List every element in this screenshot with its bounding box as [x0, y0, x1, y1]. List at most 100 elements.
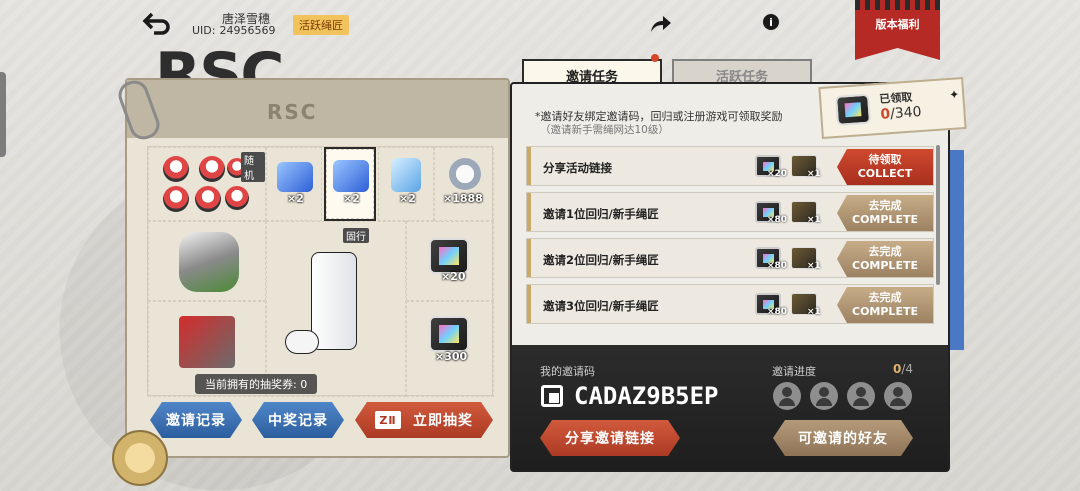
claimed-counter-card: 已领取 0/340 ✦ [818, 77, 967, 139]
prize-cell-film-300[interactable]: ×300 [406, 301, 494, 397]
side-drawer-handle[interactable] [0, 72, 6, 157]
prize-cell-gem-pack[interactable]: ×2 [266, 147, 322, 221]
friend-slot-avatar-icon [884, 382, 912, 410]
prize-record-label: 中奖记录 [268, 413, 328, 429]
complete-button[interactable]: 去完成 COMPLETE [837, 287, 933, 323]
complete-button-cn: 去完成 [868, 199, 902, 212]
back-arrow-icon[interactable] [142, 10, 172, 38]
bunny-doll-icon [199, 156, 225, 182]
reward-qty: ×1 [807, 261, 821, 271]
invite-progress-value: 0/4 [893, 362, 913, 376]
sparkle-icon: ✦ [948, 87, 960, 102]
prize-cell-random-dolls[interactable]: 随机 [148, 147, 266, 221]
random-tag: 随机 [241, 152, 265, 182]
draw-now-label: 立即抽奖 [413, 413, 473, 429]
invite-note-sub: （邀请新手需绳网达10级） [540, 124, 669, 136]
prize-cell-crystal[interactable]: ×2 [378, 147, 434, 221]
prize-qty: ×20 [441, 270, 466, 283]
friend-slot-avatar-icon [810, 382, 838, 410]
task-row: 邀请1位回归/新手绳匠 ×80 ×1 去完成 COMPLETE [526, 192, 934, 232]
invite-record-label: 邀请记录 [166, 413, 226, 429]
task-row: 邀请2位回归/新手绳匠 ×80 ×1 去完成 COMPLETE [526, 238, 934, 278]
invitable-friends-label: 可邀请的好友 [798, 431, 888, 447]
claimed-count: 0/340 [880, 104, 922, 123]
prize-cell-character[interactable] [148, 221, 266, 301]
prize-cell-console[interactable]: 固行 [266, 221, 406, 397]
character-figure-icon [179, 232, 239, 292]
prize-cell-film-20[interactable]: ×20 [406, 221, 494, 301]
user-title-badge: 活跃绳匠 [293, 15, 349, 35]
claimed-total: /340 [889, 104, 923, 123]
red-box-icon [179, 316, 235, 368]
row-accent-stripe [527, 147, 531, 185]
complete-button-en: COMPLETE [852, 259, 918, 272]
silver-coin-icon [449, 158, 481, 190]
task-label: 分享活动链接 [543, 161, 612, 175]
complete-button-cn: 去完成 [868, 291, 902, 304]
collect-button[interactable]: 待领取 COLLECT [837, 149, 933, 185]
prize-grid: 随机 ×2 ×2 ×2 ×1888 固行 ×20 ×300 [147, 146, 494, 397]
task-label: 邀请3位回归/新手绳匠 [543, 299, 659, 313]
controller-icon [285, 330, 319, 354]
user-uid: UID: 24956569 [192, 24, 275, 37]
complete-button[interactable]: 去完成 COMPLETE [837, 241, 933, 277]
share-invite-link-label: 分享邀请链接 [565, 431, 655, 447]
collect-button-cn: 待领取 [868, 153, 902, 166]
invitable-friends-button[interactable]: 可邀请的好友 [773, 420, 913, 456]
row-accent-stripe [527, 285, 531, 323]
collect-button-en: COLLECT [857, 167, 913, 180]
fixed-tag: 固行 [343, 228, 369, 243]
ribbon-checker-pattern [855, 0, 940, 10]
game-console-icon [311, 252, 357, 350]
prize-qty: ×2 [343, 192, 360, 205]
prize-qty: ×1888 [443, 192, 483, 205]
bunny-doll-icon [163, 156, 189, 182]
info-icon[interactable]: i [763, 14, 779, 30]
prize-pool-panel: RSC 随机 ×2 ×2 ×2 ×1888 固行 ×20 ×300 [125, 78, 510, 458]
reward-qty: ×1 [807, 307, 821, 317]
blue-gem-pack-icon [277, 162, 313, 192]
reward-qty: ×1 [807, 215, 821, 225]
progress-total: /4 [901, 362, 914, 376]
reward-qty: ×1 [807, 169, 821, 179]
row-accent-stripe [527, 193, 531, 231]
friend-slot-avatar-icon [847, 382, 875, 410]
medal-emblem [112, 430, 168, 486]
complete-button[interactable]: 去完成 COMPLETE [837, 195, 933, 231]
prize-qty: ×2 [287, 192, 304, 205]
prize-pool-banner: RSC [127, 80, 508, 138]
invite-record-button[interactable]: 邀请记录 [150, 402, 242, 438]
bunny-doll-icon [225, 186, 249, 210]
banner-logo-text: RSC [267, 100, 318, 124]
share-icon[interactable] [650, 14, 672, 34]
prize-cell-coin[interactable]: ×1888 [434, 147, 494, 221]
copy-icon[interactable] [541, 385, 563, 407]
draw-now-button[interactable]: ZⅡ 立即抽奖 [355, 402, 493, 438]
ticket-count-label: 当前拥有的抽奖券: 0 [195, 374, 318, 394]
bunny-doll-icon [195, 186, 221, 212]
complete-button-cn: 去完成 [868, 245, 902, 258]
notification-dot [651, 54, 659, 62]
friend-slot-avatar-icon [773, 382, 801, 410]
reward-qty: ×80 [767, 215, 788, 225]
share-invite-link-button[interactable]: 分享邀请链接 [540, 420, 680, 456]
task-list-scrollbar[interactable] [936, 145, 940, 285]
prize-qty: ×300 [435, 350, 468, 363]
invite-code-value: CADAZ9B5EP [574, 382, 719, 410]
task-label: 邀请1位回归/新手绳匠 [543, 207, 659, 221]
reward-qty: ×80 [767, 307, 788, 317]
reward-qty: ×20 [767, 169, 788, 179]
version-ribbon-label: 版本福利 [875, 18, 920, 31]
uid-value: 24956569 [219, 24, 276, 37]
bunny-doll-icon [163, 186, 189, 212]
film-ticket-icon [429, 238, 469, 274]
blue-crystal-icon [391, 158, 421, 192]
prize-qty: ×2 [399, 192, 416, 205]
film-ticket-icon [429, 316, 469, 352]
task-label: 邀请2位回归/新手绳匠 [543, 253, 659, 267]
prize-cell-gem-box-selected[interactable]: ×2 [324, 147, 376, 221]
prize-record-button[interactable]: 中奖记录 [252, 402, 344, 438]
top-bar: 唐泽雪穗 UID: 24956569 活跃绳匠 i 版本福利 [0, 0, 1080, 60]
uid-label: UID: [192, 24, 216, 37]
film-ticket-icon [835, 93, 872, 126]
